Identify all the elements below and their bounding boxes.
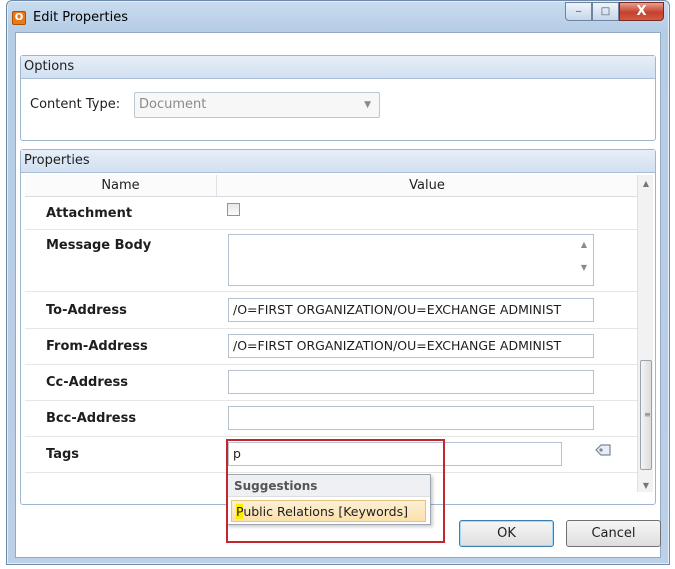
maximize-icon: □ (600, 6, 611, 17)
minimize-button[interactable]: ‒ (565, 2, 592, 21)
scroll-up-icon[interactable]: ▲ (577, 240, 591, 249)
property-name: Cc-Address (46, 375, 129, 390)
cc-address-field[interactable] (228, 370, 594, 394)
maximize-button[interactable]: □ (592, 2, 619, 21)
ok-button[interactable]: OK (459, 520, 554, 547)
property-name: Message Body (46, 238, 152, 253)
properties-header: Properties (21, 150, 655, 173)
annotation-highlight-box (226, 439, 445, 543)
close-icon: X (636, 4, 647, 19)
to-address-field[interactable]: /O=FIRST ORGANIZATION/OU=EXCHANGE ADMINI… (228, 298, 594, 322)
property-name: To-Address (46, 303, 127, 318)
bcc-address-field[interactable] (228, 406, 594, 430)
options-group: Options Content Type: Document ▼ (20, 55, 656, 141)
properties-scrollbar[interactable]: ▲ ≡ ▼ (637, 175, 653, 492)
property-row-from-address: From-Address /O=FIRST ORGANIZATION/OU=EX… (25, 329, 637, 365)
property-name: Bcc-Address (46, 411, 137, 426)
from-address-field[interactable]: /O=FIRST ORGANIZATION/OU=EXCHANGE ADMINI… (228, 334, 594, 358)
attachment-checkbox[interactable] (227, 203, 240, 216)
window-title: Edit Properties (33, 10, 129, 25)
close-button[interactable]: X (619, 2, 664, 21)
column-header-value[interactable]: Value (217, 175, 637, 196)
scroll-down-icon[interactable]: ▼ (638, 481, 654, 490)
scroll-up-icon[interactable]: ▲ (638, 179, 654, 188)
property-row-bcc-address: Bcc-Address (25, 401, 637, 437)
cancel-button[interactable]: Cancel (566, 520, 661, 547)
minimize-icon: ‒ (575, 6, 582, 17)
outlook-app-icon: O (12, 11, 26, 25)
scrollbar-thumb[interactable]: ≡ (640, 360, 652, 470)
grip-icon: ≡ (644, 410, 651, 419)
property-row-message-body: Message Body ▲ ▼ (25, 230, 637, 292)
title-bar[interactable]: O Edit Properties ‒ □ X (7, 1, 669, 33)
content-type-value: Document (139, 97, 207, 112)
message-body-scrollbar[interactable]: ▲ ▼ (577, 240, 591, 280)
property-name: Attachment (46, 206, 133, 221)
column-header-name[interactable]: Name (25, 175, 217, 196)
content-type-label: Content Type: (30, 97, 121, 112)
property-row-to-address: To-Address /O=FIRST ORGANIZATION/OU=EXCH… (25, 292, 637, 329)
message-body-textarea[interactable] (228, 234, 594, 286)
tag-picker-icon[interactable] (593, 442, 613, 458)
property-row-attachment: Attachment (25, 197, 637, 230)
scroll-down-icon[interactable]: ▼ (577, 263, 591, 272)
grid-column-headers: Name Value (25, 175, 637, 197)
options-header: Options (21, 56, 655, 79)
property-row-cc-address: Cc-Address (25, 365, 637, 401)
chevron-down-icon: ▼ (364, 100, 371, 110)
property-name: Tags (46, 447, 80, 462)
content-type-select[interactable]: Document ▼ (134, 92, 380, 118)
property-name: From-Address (46, 339, 148, 354)
